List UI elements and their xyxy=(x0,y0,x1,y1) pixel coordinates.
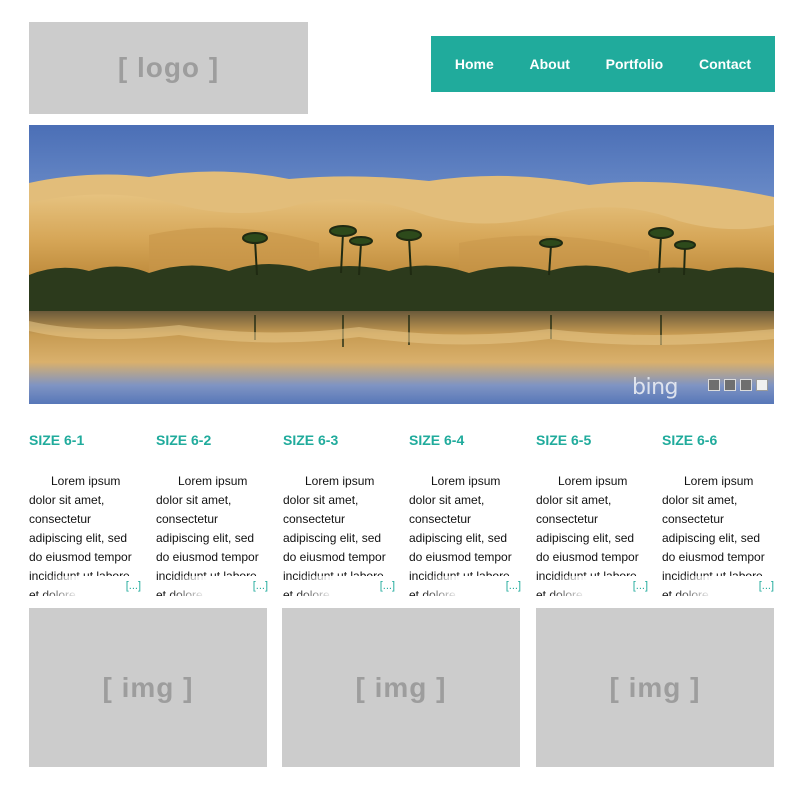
read-more-link[interactable]: [...] xyxy=(377,580,395,592)
column-title: SIZE 6-6 xyxy=(662,432,718,448)
bing-watermark: bing xyxy=(632,375,679,400)
column-title: SIZE 6-2 xyxy=(156,432,212,448)
column-6-5: SIZE 6-5 Lorem ipsum dolor sit amet, con… xyxy=(536,430,648,608)
column-6-3: SIZE 6-3 Lorem ipsum dolor sit amet, con… xyxy=(283,430,395,608)
hero-slider[interactable]: bing xyxy=(29,125,774,404)
desert-oasis-image xyxy=(29,125,774,404)
nav-home-link[interactable]: Home xyxy=(449,50,500,78)
column-text: Lorem ipsum dolor sit amet, consectetur … xyxy=(409,472,521,596)
image-placeholder-1[interactable]: [ img ] xyxy=(29,608,267,767)
column-text: Lorem ipsum dolor sit amet, consectetur … xyxy=(536,472,648,596)
slider-dot-3[interactable] xyxy=(740,379,752,391)
column-6-1: SIZE 6-1 Lorem ipsum dolor sit amet, con… xyxy=(29,430,141,608)
slider-dot-1[interactable] xyxy=(708,379,720,391)
main-nav: Home About Portfolio Contact xyxy=(431,36,775,92)
page: [ logo ] Home About Portfolio Contact bi… xyxy=(0,0,800,800)
read-more-link[interactable]: [...] xyxy=(756,580,774,592)
column-title: SIZE 6-1 xyxy=(29,432,85,448)
read-more-link[interactable]: [...] xyxy=(250,580,268,592)
slider-dots xyxy=(708,379,768,391)
image-placeholder-2[interactable]: [ img ] xyxy=(282,608,520,767)
slider-dot-2[interactable] xyxy=(724,379,736,391)
column-6-6: SIZE 6-6 Lorem ipsum dolor sit amet, con… xyxy=(662,430,774,608)
read-more-link[interactable]: [...] xyxy=(630,580,648,592)
read-more-link[interactable]: [...] xyxy=(503,580,521,592)
slider-dot-4[interactable] xyxy=(756,379,768,391)
column-title: SIZE 6-3 xyxy=(283,432,339,448)
nav-about-link[interactable]: About xyxy=(524,50,576,78)
nav-portfolio-link[interactable]: Portfolio xyxy=(600,50,670,78)
column-text: Lorem ipsum dolor sit amet, consectetur … xyxy=(156,472,268,596)
column-text: Lorem ipsum dolor sit amet, consectetur … xyxy=(29,472,141,596)
column-title: SIZE 6-4 xyxy=(409,432,465,448)
column-text: Lorem ipsum dolor sit amet, consectetur … xyxy=(662,472,774,596)
image-placeholder-3[interactable]: [ img ] xyxy=(536,608,774,767)
logo-placeholder[interactable]: [ logo ] xyxy=(29,22,308,114)
column-title: SIZE 6-5 xyxy=(536,432,592,448)
content-columns: SIZE 6-1 Lorem ipsum dolor sit amet, con… xyxy=(29,430,774,605)
read-more-link[interactable]: [...] xyxy=(123,580,141,592)
nav-contact-link[interactable]: Contact xyxy=(693,50,757,78)
column-6-4: SIZE 6-4 Lorem ipsum dolor sit amet, con… xyxy=(409,430,521,608)
column-6-2: SIZE 6-2 Lorem ipsum dolor sit amet, con… xyxy=(156,430,268,608)
column-text: Lorem ipsum dolor sit amet, consectetur … xyxy=(283,472,395,596)
